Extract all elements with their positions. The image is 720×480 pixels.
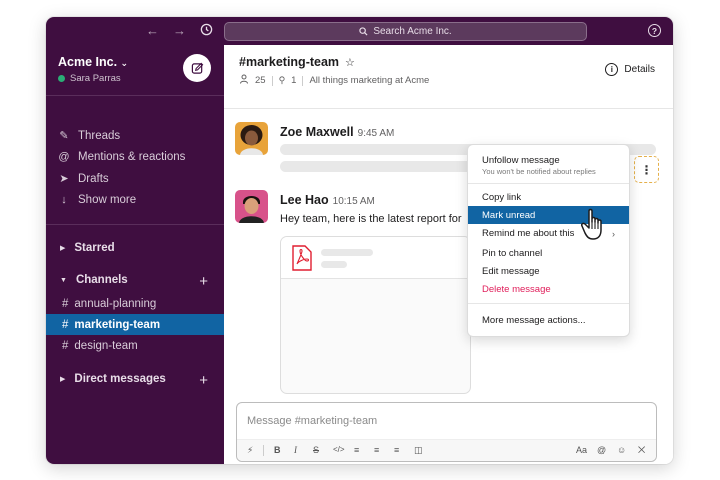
pin-icon[interactable]: ⚲	[279, 75, 286, 86]
formatting-icon[interactable]: Aa	[576, 445, 587, 455]
avatar[interactable]	[235, 190, 268, 223]
menu-item-unfollow-subtitle: You won't be notified about replies	[482, 167, 596, 176]
sidebar-item-threads[interactable]: ✎ Threads	[58, 129, 120, 143]
members-icon[interactable]	[239, 74, 249, 87]
arrow-down-icon: ↓	[61, 194, 67, 206]
sidebar-item-show-more[interactable]: ↓ Show more	[58, 194, 136, 206]
channels-section[interactable]: ▼ Channels	[60, 274, 210, 286]
caret-right-icon: ▶	[60, 245, 66, 252]
channel-annual-planning[interactable]: # annual-planning	[46, 293, 224, 314]
member-count[interactable]: 25	[255, 75, 266, 86]
pdf-icon	[292, 245, 312, 271]
menu-item-more-actions[interactable]: More message actions...	[468, 311, 629, 329]
current-user: Sara Parras	[58, 73, 121, 84]
file-attachment[interactable]	[280, 236, 471, 394]
search-placeholder: Search Acme Inc.	[373, 26, 452, 37]
bold-icon[interactable]: B	[274, 445, 281, 455]
caret-down-icon: ▼	[60, 276, 67, 284]
add-channel-icon[interactable]: +	[199, 273, 208, 290]
hash-icon: #	[62, 318, 69, 331]
composer-placeholder: Message #marketing-team	[247, 415, 378, 427]
quote-icon[interactable]: ≡	[394, 445, 399, 455]
message-composer[interactable]: Message #marketing-team ⚡︎ B I S </> ≡ ≡…	[236, 402, 657, 462]
menu-item-edit[interactable]: Edit message	[468, 262, 629, 280]
menu-item-copy-link[interactable]: Copy link	[468, 188, 629, 206]
sidebar: Acme Inc. ⌄ Sara Parras ✎ Threads @ Mentio…	[46, 45, 224, 464]
attach-icon[interactable]: ⨉	[638, 445, 645, 456]
forward-arrow-icon[interactable]: →	[173, 23, 186, 39]
code-icon[interactable]: </>	[333, 445, 345, 454]
star-icon[interactable]: ☆	[345, 56, 355, 69]
pinned-count[interactable]: 1	[291, 75, 296, 86]
italic-icon[interactable]: I	[294, 445, 297, 455]
channel-topic[interactable]: All things marketing at Acme	[309, 75, 429, 86]
channel-title[interactable]: #marketing-team ☆	[239, 55, 355, 69]
history-icon[interactable]	[200, 23, 213, 40]
caret-right-icon: ▶	[60, 376, 66, 383]
hash-icon: #	[62, 297, 69, 310]
compose-icon	[191, 62, 203, 74]
numbered-list-icon[interactable]: ≡	[354, 445, 359, 455]
message-placeholder-line	[280, 161, 480, 172]
toolbar-divider	[263, 445, 264, 456]
sidebar-item-drafts[interactable]: ➤ Drafts	[58, 172, 108, 186]
file-name-placeholder	[321, 249, 373, 256]
menu-item-pin[interactable]: Pin to channel	[468, 244, 629, 262]
info-icon: i	[605, 63, 619, 76]
drafts-icon: ➤	[59, 173, 69, 185]
separator	[302, 75, 304, 86]
message-time[interactable]: 10:15 AM	[333, 196, 375, 207]
hash-icon: #	[62, 339, 69, 352]
at-icon: @	[58, 151, 70, 163]
code-block-icon[interactable]: ◫	[414, 445, 423, 456]
separator	[271, 75, 273, 86]
composer-toolbar: ⚡︎ B I S </> ≡ ≡ ≡ ◫ Aa @ ☺ ⨉	[237, 439, 656, 461]
message-author[interactable]: Zoe Maxwell 9:45 AM	[280, 125, 394, 139]
mention-icon[interactable]: @	[597, 445, 606, 455]
menu-divider	[468, 303, 629, 304]
chevron-right-icon: ›	[612, 229, 615, 239]
back-arrow-icon[interactable]: ←	[146, 23, 159, 39]
search-icon	[359, 27, 368, 36]
starred-section[interactable]: ▶ Starred	[60, 242, 115, 254]
add-dm-icon[interactable]: +	[199, 372, 208, 389]
more-actions-icon[interactable]: ⋮	[634, 156, 659, 183]
menu-divider	[468, 183, 629, 184]
emoji-icon[interactable]: ☺	[617, 445, 626, 455]
compose-button[interactable]	[183, 54, 211, 82]
bulleted-list-icon[interactable]: ≡	[374, 445, 379, 455]
channel-marketing-team[interactable]: # marketing-team	[46, 314, 224, 335]
hand-pointer-icon	[581, 208, 602, 240]
details-button[interactable]: i Details	[605, 63, 655, 76]
channel-meta: 25 ⚲ 1 All things marketing at Acme	[239, 74, 429, 87]
workspace-name[interactable]: Acme Inc. ⌄	[58, 55, 128, 69]
channel-header: #marketing-team ☆ 25 ⚲ 1 All things mark…	[224, 45, 673, 109]
title-bar: ← → Search Acme Inc. ?	[46, 17, 673, 45]
help-icon[interactable]: ?	[648, 24, 661, 37]
lightning-icon[interactable]: ⚡︎	[247, 445, 253, 456]
attachment-header	[281, 237, 470, 279]
sidebar-divider	[46, 224, 224, 225]
search-input[interactable]: Search Acme Inc.	[224, 22, 587, 41]
threads-icon: ✎	[59, 130, 69, 142]
online-status-dot	[58, 75, 65, 82]
message-time[interactable]: 9:45 AM	[358, 128, 395, 139]
file-size-placeholder	[321, 261, 347, 268]
direct-messages-section[interactable]: ▶ Direct messages	[60, 373, 166, 385]
strikethrough-icon[interactable]: S	[313, 445, 319, 455]
menu-item-delete[interactable]: Delete message	[468, 280, 629, 298]
message-text: Hey team, here is the latest report for	[280, 213, 462, 225]
sidebar-item-mentions[interactable]: @ Mentions & reactions	[58, 151, 185, 163]
avatar[interactable]	[235, 122, 268, 155]
message-author[interactable]: Lee Hao 10:15 AM	[280, 193, 375, 207]
sidebar-divider	[46, 95, 224, 96]
channel-design-team[interactable]: # design-team	[46, 335, 224, 356]
